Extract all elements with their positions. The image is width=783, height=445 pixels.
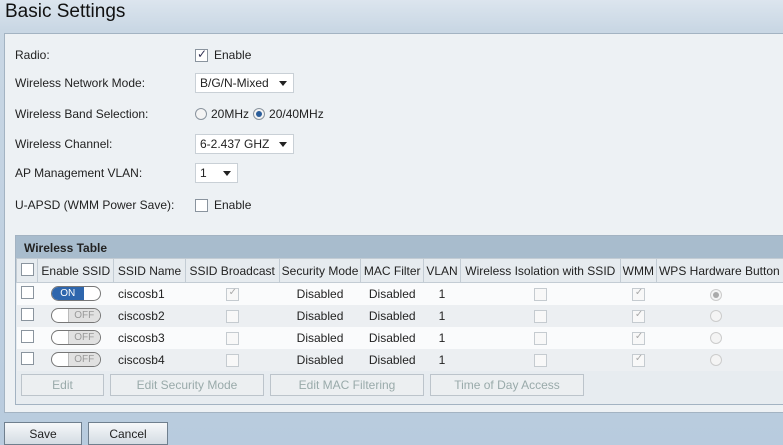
row-select-checkbox[interactable] — [20, 285, 34, 299]
enable-ssid-toggle[interactable]: OFF — [50, 352, 101, 368]
wmm-checkbox — [631, 353, 645, 367]
column-header: Enable SSID — [37, 258, 115, 283]
ssid-name: ciscosb2 — [113, 304, 186, 327]
edit-button[interactable]: Edit — [21, 374, 104, 396]
wmm-checkbox — [631, 287, 645, 301]
security-mode: Disabled — [279, 304, 361, 327]
wireless-table-title: Wireless Table — [16, 236, 783, 258]
vlan: 1 — [423, 326, 461, 349]
ssid-broadcast-checkbox — [225, 353, 239, 367]
column-header: SSID Broadcast — [184, 258, 280, 283]
wps-hardware-button-radio — [710, 354, 723, 367]
ssid-name: ciscosb4 — [113, 348, 186, 371]
row-select-checkbox[interactable] — [20, 329, 34, 343]
cancel-button[interactable]: Cancel — [88, 422, 168, 445]
ssid-name: ciscosb1 — [113, 282, 186, 305]
band-20mhz-radio[interactable] — [195, 108, 207, 120]
band-2040mhz-label: 20/40MHz — [269, 107, 324, 121]
column-header: Security Mode — [278, 258, 362, 283]
column-header: WPS Hardware Button — [655, 258, 783, 283]
network-mode-value: B/G/N-Mixed — [200, 76, 269, 90]
table-row: OFF ciscosb4 Disabled Disabled 1 — [16, 348, 783, 371]
ssid-broadcast-checkbox — [225, 287, 239, 301]
radio-enable-checkbox[interactable] — [195, 47, 208, 62]
enable-ssid-toggle[interactable]: OFF — [50, 330, 101, 346]
ssid-broadcast-checkbox — [225, 331, 239, 345]
vlan: 1 — [423, 304, 461, 327]
channel-value: 6-2.437 GHZ — [200, 137, 270, 151]
wps-hardware-button-radio — [710, 310, 723, 323]
mac-filter: Disabled — [360, 326, 424, 349]
band-2040mhz-radio[interactable] — [253, 108, 266, 120]
column-header: Wireless Isolation with SSID — [459, 258, 621, 283]
table-row: OFF ciscosb2 Disabled Disabled 1 — [16, 304, 783, 327]
table-row: ONciscosb1DisabledDisabled1 — [16, 282, 783, 305]
mode-label: Wireless Network Mode: — [15, 76, 146, 90]
page-title: Basic Settings — [5, 1, 126, 22]
select-all-checkbox[interactable] — [20, 262, 34, 276]
wireless-isolation-checkbox — [533, 287, 547, 301]
mac-filter: Disabled — [360, 304, 424, 327]
row-select-checkbox[interactable] — [20, 307, 34, 321]
wmm-checkbox — [631, 309, 645, 323]
vlan-select[interactable]: 1 — [195, 163, 238, 183]
uapsd-label: U-APSD (WMM Power Save): — [15, 198, 175, 212]
ssid-broadcast-checkbox — [225, 309, 239, 323]
toggle-state: OFF — [67, 309, 100, 323]
toggle-state: OFF — [67, 331, 100, 345]
security-mode: Disabled — [279, 282, 361, 305]
wireless-isolation-checkbox — [533, 309, 547, 323]
vlan-label: AP Management VLAN: — [15, 166, 143, 180]
chevron-down-icon — [278, 80, 287, 86]
radio-enable-label: Enable — [214, 48, 252, 62]
mac-filter: Disabled — [360, 348, 424, 371]
save-button[interactable]: Save — [4, 422, 82, 445]
channel-label: Wireless Channel: — [15, 137, 113, 151]
wireless-isolation-checkbox — [533, 331, 547, 345]
enable-ssid-toggle[interactable]: ON — [50, 286, 101, 302]
edit-mac-filtering-button[interactable]: Edit MAC Filtering — [270, 374, 424, 396]
chevron-down-icon — [279, 141, 288, 147]
ssid-name: ciscosb3 — [113, 326, 186, 349]
row-select-checkbox[interactable] — [20, 351, 34, 365]
radio-label: Radio: — [15, 48, 50, 62]
mac-filter: Disabled — [360, 282, 424, 305]
uapsd-enable-checkbox[interactable] — [195, 198, 208, 212]
vlan: 1 — [423, 348, 461, 371]
band-20mhz-label: 20MHz — [211, 107, 250, 121]
enable-ssid-toggle[interactable]: OFF — [50, 308, 101, 324]
uapsd-enable-label: Enable — [214, 198, 252, 212]
network-mode-select[interactable]: B/G/N-Mixed — [195, 73, 294, 93]
column-header: VLAN — [423, 258, 461, 283]
vlan-value: 1 — [200, 166, 207, 180]
wmm-checkbox — [631, 331, 645, 345]
toggle-state: ON — [51, 287, 84, 301]
channel-select[interactable]: 6-2.437 GHZ — [195, 134, 295, 154]
column-header: MAC Filter — [360, 258, 425, 283]
time-of-day-access-button[interactable]: Time of Day Access — [430, 374, 584, 396]
chevron-down-icon — [222, 170, 231, 176]
table-row: OFF ciscosb3 Disabled Disabled 1 — [16, 326, 783, 349]
security-mode: Disabled — [279, 326, 361, 349]
edit-security-mode-button[interactable]: Edit Security Mode — [110, 374, 264, 396]
wps-hardware-button-radio — [710, 332, 723, 345]
security-mode: Disabled — [279, 348, 361, 371]
column-header: WMM — [619, 258, 657, 283]
vlan: 1 — [423, 282, 461, 305]
wireless-table: Wireless Table Enable SSID SSID Name SSI… — [15, 235, 783, 405]
column-header: SSID Name — [113, 258, 186, 283]
toggle-state: OFF — [67, 353, 100, 367]
wireless-isolation-checkbox — [533, 353, 547, 367]
wps-hardware-button-radio — [710, 288, 723, 301]
ssid-table: Enable SSID SSID Name SSID Broadcast Sec… — [15, 258, 783, 371]
band-label: Wireless Band Selection: — [15, 107, 149, 121]
settings-panel: Radio: Enable Wireless Network Mode: B/G… — [4, 33, 783, 413]
